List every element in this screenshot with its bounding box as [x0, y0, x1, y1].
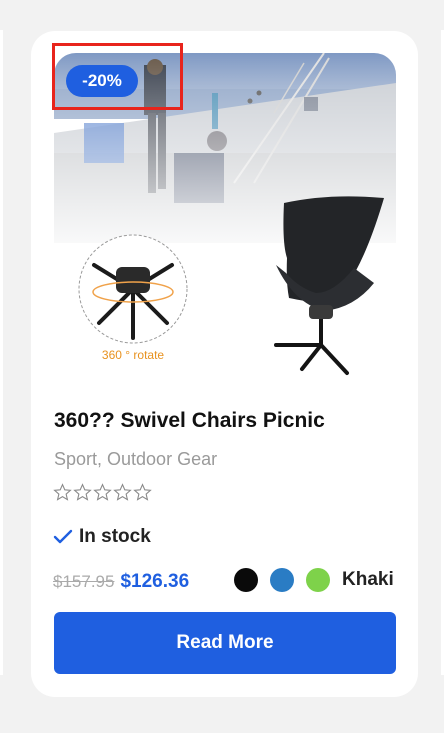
- left-card-edge: [0, 30, 3, 675]
- checkmark-icon: [53, 529, 73, 544]
- star-empty-icon: [53, 483, 72, 501]
- rating-stars: [53, 483, 152, 509]
- blue-swatch[interactable]: [270, 568, 294, 592]
- khaki-swatch-label[interactable]: Khaki: [342, 569, 394, 591]
- price-block: $157.95 $126.36: [53, 571, 189, 593]
- stock-status: In stock: [53, 524, 151, 550]
- star-empty-icon: [93, 483, 112, 501]
- rotate-caption: 360 ° rotate: [102, 348, 165, 362]
- product-title[interactable]: 360?? Swivel Chairs Picnic: [54, 409, 325, 433]
- product-category[interactable]: Sport, Outdoor Gear: [54, 449, 217, 470]
- color-swatches: Khaki: [234, 568, 394, 592]
- old-price: $157.95: [53, 572, 115, 591]
- star-empty-icon: [113, 483, 132, 501]
- read-more-button[interactable]: Read More: [54, 612, 396, 674]
- discount-badge: -20%: [66, 65, 138, 97]
- product-photo: 360 ° rotate: [54, 53, 396, 389]
- star-empty-icon: [133, 483, 152, 501]
- product-card: 360 ° rotate -20% 360?? Swivel Chairs Pi…: [31, 31, 418, 697]
- sale-price: $126.36: [120, 571, 190, 592]
- black-swatch[interactable]: [234, 568, 258, 592]
- star-empty-icon: [73, 483, 92, 501]
- stock-label: In stock: [79, 526, 151, 547]
- product-image[interactable]: 360 ° rotate -20%: [54, 53, 396, 389]
- green-swatch[interactable]: [306, 568, 330, 592]
